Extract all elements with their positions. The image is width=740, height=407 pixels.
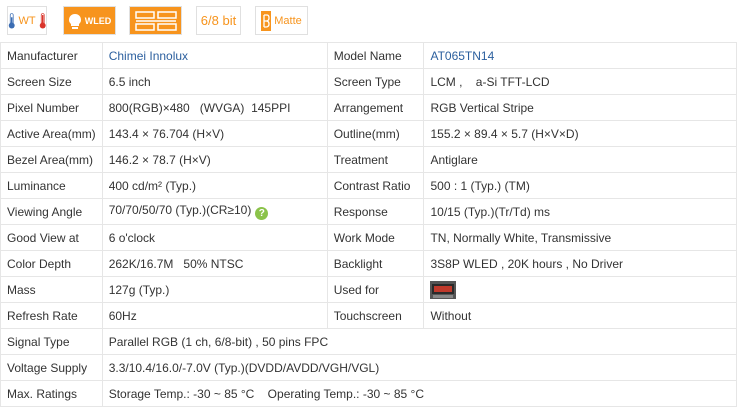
spec-label: Backlight (326, 250, 425, 277)
spec-value: 3S8P WLED , 20K hours , No Driver (423, 250, 737, 277)
spec-value: 143.4 × 76.704 (H×V) (101, 120, 328, 147)
spec-label: Used for (326, 276, 425, 303)
table-row: Good View at 6 o'clock Work Mode TN, Nor… (0, 224, 737, 251)
spec-value: Storage Temp.: -30 ~ 85 °C Operating Tem… (101, 380, 738, 407)
table-row: Pixel Number 800(RGB)×480 (WVGA) 145PPI … (0, 94, 737, 121)
spec-value: 400 cd/m² (Typ.) (101, 172, 328, 199)
feature-badges: WT WLED 6/8 bit Matte (0, 0, 740, 41)
car-display-icon[interactable] (430, 280, 457, 299)
spec-label: Voltage Supply (0, 354, 103, 381)
spec-label: Model Name (326, 42, 425, 69)
led-bulb-icon (68, 13, 81, 29)
spec-label: Color Depth (0, 250, 103, 277)
badge-text: WT (18, 14, 36, 27)
spec-value: 6.5 inch (101, 68, 328, 95)
wide-temperature-badge: WT (7, 6, 47, 35)
spec-label: Active Area(mm) (0, 120, 103, 147)
spec-value: 262K/16.7M 50% NTSC (101, 250, 328, 277)
surface-badge: Matte (255, 6, 308, 35)
connector-icon (134, 10, 177, 31)
spec-value: Chimei Innolux (101, 42, 328, 69)
wled-badge: WLED (63, 6, 116, 35)
spec-label: Response (326, 198, 425, 225)
table-row: Max. Ratings Storage Temp.: -30 ~ 85 °C … (0, 380, 738, 407)
table-row: Color Depth 262K/16.7M 50% NTSC Backligh… (0, 250, 737, 277)
spec-value: 3.3/10.4/16.0/-7.0V (Typ.)(DVDD/AVDD/VGH… (101, 354, 738, 381)
spec-value: 155.2 × 89.4 × 5.7 (H×V×D) (423, 120, 737, 147)
badge-text: WLED (84, 15, 112, 26)
spec-label: Max. Ratings (0, 380, 103, 407)
spec-label: Touchscreen (326, 302, 425, 329)
table-row: Viewing Angle 70/70/50/70 (Typ.)(CR≥10)?… (0, 198, 737, 225)
spec-label: Refresh Rate (0, 302, 103, 329)
spec-value: Parallel RGB (1 ch, 6/8-bit) , 50 pins F… (101, 328, 738, 355)
table-row: Manufacturer Chimei Innolux Model Name A… (0, 42, 737, 69)
spec-value: 500 : 1 (Typ.) (TM) (423, 172, 737, 199)
table-row: Screen Size 6.5 inch Screen Type LCM , a… (0, 68, 737, 95)
spec-label: Treatment (326, 146, 425, 173)
help-icon[interactable]: ? (255, 207, 269, 220)
spec-label: Mass (0, 276, 103, 303)
thermometer-hot-icon (39, 12, 46, 28)
spec-label: Luminance (0, 172, 103, 199)
table-row: Active Area(mm) 143.4 × 76.704 (H×V) Out… (0, 120, 737, 147)
spec-value: 127g (Typ.) (101, 276, 328, 303)
model-name-link[interactable]: AT065TN14 (430, 49, 494, 63)
color-depth-badge: 6/8 bit (196, 6, 241, 35)
table-row: Luminance 400 cd/m² (Typ.) Contrast Rati… (0, 172, 737, 199)
interface-badge (129, 6, 182, 35)
table-row: Signal Type Parallel RGB (1 ch, 6/8-bit)… (0, 328, 738, 355)
spec-value: 10/15 (Typ.)(Tr/Td) ms (423, 198, 737, 225)
spec-label: Outline(mm) (326, 120, 425, 147)
spec-table: Manufacturer Chimei Innolux Model Name A… (0, 42, 738, 407)
table-row: Bezel Area(mm) 146.2 × 78.7 (H×V) Treatm… (0, 146, 737, 173)
spec-value: RGB Vertical Stripe (423, 94, 737, 121)
table-row: Voltage Supply 3.3/10.4/16.0/-7.0V (Typ.… (0, 354, 738, 381)
viewing-angle-value: 70/70/50/70 (Typ.)(CR≥10) (108, 203, 252, 217)
spec-label: Screen Size (0, 68, 103, 95)
spec-value: 800(RGB)×480 (WVGA) 145PPI (101, 94, 328, 121)
thermometer-icon (8, 12, 15, 28)
matte-surface-icon (261, 10, 272, 31)
spec-label: Pixel Number (0, 94, 103, 121)
spec-label: Arrangement (326, 94, 425, 121)
spec-value: AT065TN14 (423, 42, 737, 69)
spec-label: Signal Type (0, 328, 103, 355)
spec-label: Good View at (0, 224, 103, 251)
spec-label: Contrast Ratio (326, 172, 425, 199)
spec-value: Without (423, 302, 737, 329)
spec-value: LCM , a-Si TFT-LCD (423, 68, 737, 95)
spec-value: 70/70/50/70 (Typ.)(CR≥10)? (101, 198, 328, 225)
badge-text: 6/8 bit (200, 13, 237, 28)
table-row: Refresh Rate 60Hz Touchscreen Without (0, 302, 737, 329)
spec-value (423, 276, 737, 303)
spec-label: Screen Type (326, 68, 425, 95)
spec-value: Antiglare (423, 146, 737, 173)
manufacturer-link[interactable]: Chimei Innolux (109, 49, 188, 63)
spec-value: 60Hz (101, 302, 328, 329)
spec-value: 6 o'clock (101, 224, 328, 251)
badge-text: Matte (274, 14, 302, 27)
table-row: Mass 127g (Typ.) Used for (0, 276, 737, 303)
spec-value: TN, Normally White, Transmissive (423, 224, 737, 251)
spec-label: Work Mode (326, 224, 425, 251)
spec-label: Manufacturer (0, 42, 103, 69)
spec-label: Viewing Angle (0, 198, 103, 225)
spec-label: Bezel Area(mm) (0, 146, 103, 173)
spec-value: 146.2 × 78.7 (H×V) (101, 146, 328, 173)
